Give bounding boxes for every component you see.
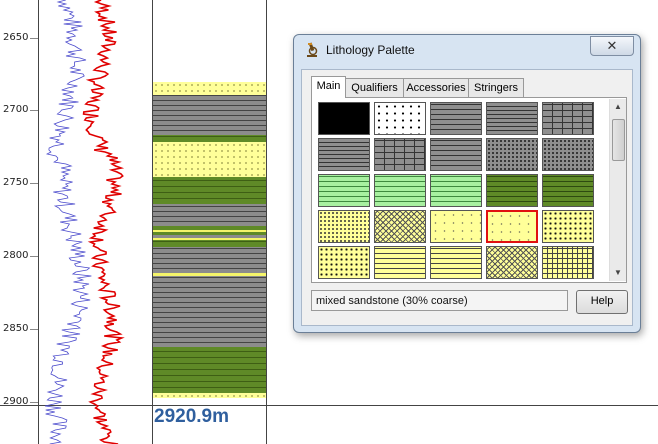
tab-stringers[interactable]: Stringers [468, 78, 524, 97]
bed-sandstone [153, 142, 266, 177]
tab-qualifiers[interactable]: Qualifiers [345, 78, 404, 97]
lithology-swatch-olive[interactable] [486, 174, 538, 207]
log-curve-red [82, 0, 125, 444]
lithology-swatch-gray-dash[interactable] [430, 138, 482, 171]
lithology-name-field: mixed sandstone (30% coarse) [311, 290, 568, 311]
lithology-column [153, 0, 266, 444]
track-divider [266, 0, 267, 444]
lithology-swatch-gray-dash[interactable] [430, 102, 482, 135]
lithology-swatch-green[interactable] [318, 174, 370, 207]
bed-sandstone [153, 393, 266, 398]
bed-shale [153, 95, 266, 135]
lithology-swatch-gray-brick[interactable] [374, 138, 426, 171]
bed-olive [153, 347, 266, 393]
depth-label-2800: 2800 [3, 250, 29, 261]
lithology-swatch-green[interactable] [430, 174, 482, 207]
title-bar[interactable]: Lithology Palette ✕ [294, 35, 640, 65]
lithology-swatch-gray-line[interactable] [486, 102, 538, 135]
lithology-swatch-olive[interactable] [542, 174, 594, 207]
dialog-client: Main Qualifiers Accessories Stringers ▲ … [301, 69, 633, 326]
close-button[interactable]: ✕ [590, 36, 634, 56]
scroll-down-icon[interactable]: ▼ [610, 265, 626, 281]
depth-label-2650: 2650 [3, 32, 29, 43]
tab-accessories[interactable]: Accessories [403, 78, 469, 97]
bed-sandstone [153, 82, 266, 95]
lithology-swatch-yellow-cross[interactable] [374, 210, 426, 243]
lithology-swatch-yellow-grid[interactable] [542, 246, 594, 279]
swatch-panel: ▲ ▼ [311, 97, 627, 283]
lithology-swatch-yellow-dense[interactable] [542, 210, 594, 243]
lithology-swatch-white-dots[interactable] [374, 102, 426, 135]
gamma-curve-blue [44, 0, 92, 444]
lithology-swatch-yellow-sparse[interactable] [486, 210, 538, 243]
vertical-scrollbar[interactable]: ▲ ▼ [609, 99, 626, 281]
lithology-palette-dialog: Lithology Palette ✕ Main Qualifiers Acce… [293, 34, 641, 333]
scroll-thumb[interactable] [612, 119, 625, 161]
bed-shale [153, 276, 266, 347]
tab-main[interactable]: Main [311, 76, 346, 98]
depth-track: 2650 2700 2750 2800 2850 2900 [0, 0, 38, 444]
lithology-swatch-yellow-dash[interactable] [430, 246, 482, 279]
lithology-swatch-green[interactable] [374, 174, 426, 207]
bed-shale [153, 204, 266, 226]
lithology-swatch-yellow-dash[interactable] [374, 246, 426, 279]
depth-label-2750: 2750 [3, 177, 29, 188]
scroll-up-icon[interactable]: ▲ [610, 99, 626, 115]
lithology-swatch-gray-brick[interactable] [542, 102, 594, 135]
lithology-swatch-yellow-cross[interactable] [486, 246, 538, 279]
bed-olive [153, 177, 266, 204]
depth-label-2700: 2700 [3, 104, 29, 115]
help-button[interactable]: Help [576, 290, 628, 314]
bed-olive [153, 135, 266, 142]
lithology-swatch-yellow-dots[interactable] [318, 210, 370, 243]
bed-olive [153, 240, 266, 247]
depth-label-2850: 2850 [3, 323, 29, 334]
log-curves [44, 0, 125, 444]
lithology-swatch-gray-speck[interactable] [542, 138, 594, 171]
lithology-swatch-gray-line[interactable] [318, 138, 370, 171]
lithology-swatch-yellow-dense[interactable] [318, 246, 370, 279]
lithology-swatch-black[interactable] [318, 102, 370, 135]
dialog-title: Lithology Palette [326, 43, 415, 57]
lithology-swatch-gray-speck[interactable] [486, 138, 538, 171]
lithology-swatch-yellow-sparse[interactable] [430, 210, 482, 243]
microscope-icon [307, 42, 318, 57]
depth-readout: 2920.9m [154, 406, 230, 427]
bed-shale [153, 247, 266, 273]
